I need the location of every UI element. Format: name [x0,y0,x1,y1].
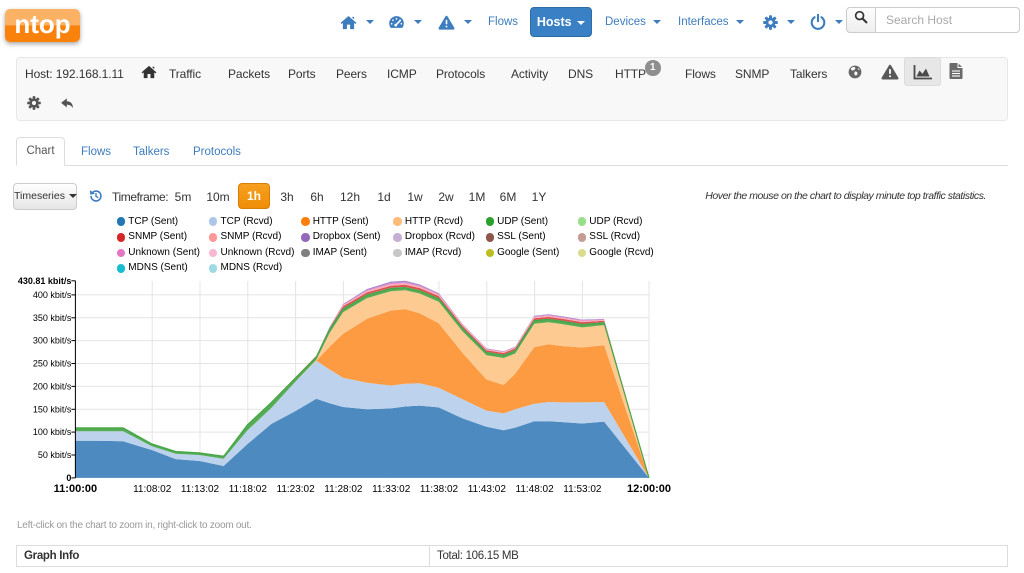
svg-text:11:33:02: 11:33:02 [372,484,411,495]
svg-text:11:43:02: 11:43:02 [468,484,507,495]
svg-text:11:23:02: 11:23:02 [277,484,316,495]
svg-text:430.81 kbit/s: 430.81 kbit/s [18,276,72,286]
svg-text:0: 0 [66,473,71,483]
svg-text:11:13:02: 11:13:02 [181,484,220,495]
svg-text:11:28:02: 11:28:02 [324,484,363,495]
svg-text:250 kbit/s: 250 kbit/s [33,359,72,369]
svg-text:350 kbit/s: 350 kbit/s [33,313,72,323]
svg-text:100 kbit/s: 100 kbit/s [33,427,72,437]
svg-text:300 kbit/s: 300 kbit/s [33,336,72,346]
svg-text:11:38:02: 11:38:02 [420,484,459,495]
svg-text:150 kbit/s: 150 kbit/s [33,404,72,414]
svg-text:11:00:00: 11:00:00 [54,483,97,495]
svg-text:11:48:02: 11:48:02 [516,484,555,495]
svg-text:400 kbit/s: 400 kbit/s [33,290,72,300]
svg-text:50 kbit/s: 50 kbit/s [38,450,72,460]
svg-text:11:53:02: 11:53:02 [563,484,602,495]
svg-text:12:00:00: 12:00:00 [627,483,671,495]
svg-text:200 kbit/s: 200 kbit/s [33,381,72,391]
svg-text:11:18:02: 11:18:02 [229,484,268,495]
svg-text:11:08:02: 11:08:02 [133,484,172,495]
